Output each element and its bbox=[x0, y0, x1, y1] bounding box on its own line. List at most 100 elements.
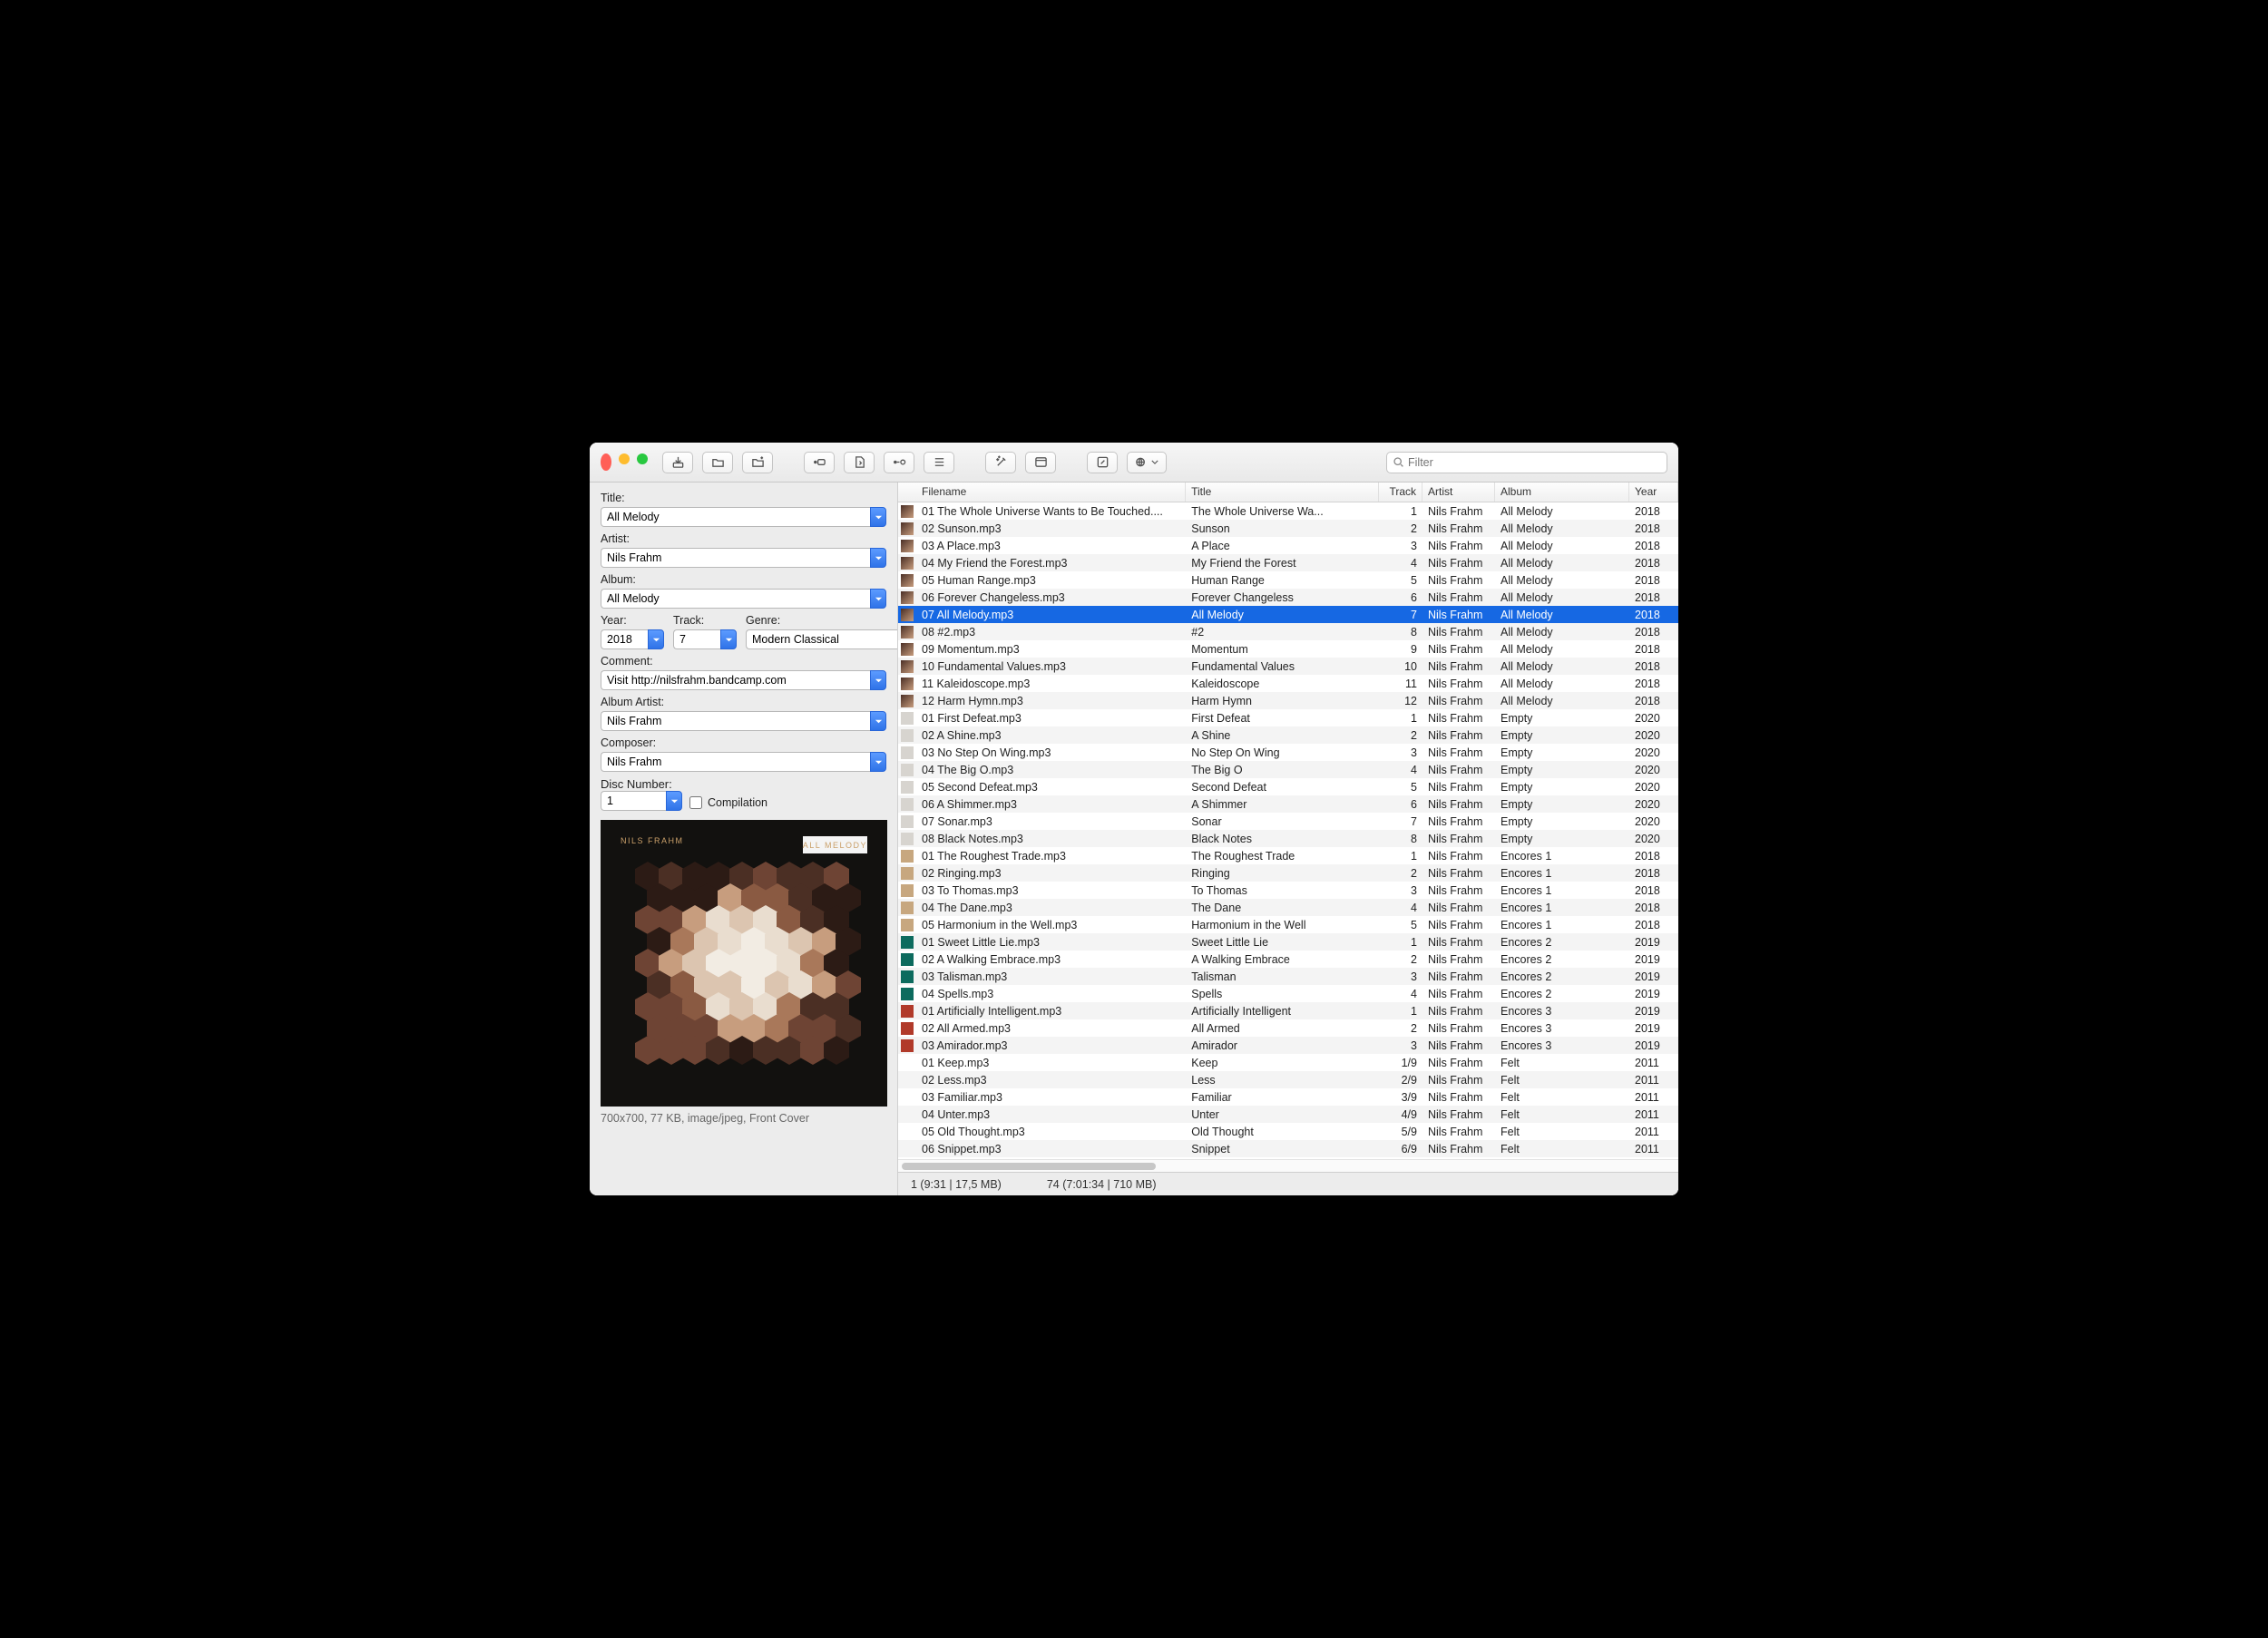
table-header[interactable]: Filename Title Track Artist Album Year bbox=[898, 483, 1678, 502]
cell-title: To Thomas bbox=[1186, 884, 1379, 897]
title-dropdown[interactable] bbox=[870, 507, 886, 527]
title-field[interactable] bbox=[601, 507, 870, 527]
list-view-button[interactable] bbox=[924, 452, 954, 473]
table-row[interactable]: 05 Harmonium in the Well.mp3Harmonium in… bbox=[898, 916, 1678, 933]
link-source-button[interactable] bbox=[884, 452, 914, 473]
album-field[interactable] bbox=[601, 589, 870, 609]
table-row[interactable]: 05 Second Defeat.mp3Second Defeat5Nils F… bbox=[898, 778, 1678, 795]
cell-track: 3 bbox=[1379, 970, 1422, 983]
table-row[interactable]: 03 Familiar.mp3Familiar3/9Nils FrahmFelt… bbox=[898, 1088, 1678, 1106]
export-file-button[interactable] bbox=[844, 452, 875, 473]
table-row[interactable]: 03 To Thomas.mp3To Thomas3Nils FrahmEnco… bbox=[898, 882, 1678, 899]
artist-field[interactable] bbox=[601, 548, 870, 568]
track-dropdown[interactable] bbox=[720, 629, 737, 649]
cell-title: The Dane bbox=[1186, 902, 1379, 914]
zoom-window-button[interactable] bbox=[637, 453, 648, 464]
table-row[interactable]: 04 The Dane.mp3The Dane4Nils FrahmEncore… bbox=[898, 899, 1678, 916]
cell-filename: 05 Human Range.mp3 bbox=[916, 574, 1186, 587]
table-row[interactable]: 04 Unter.mp3Unter4/9Nils FrahmFelt2011 bbox=[898, 1106, 1678, 1123]
table-row[interactable]: 06 Snippet.mp3Snippet6/9Nils FrahmFelt20… bbox=[898, 1140, 1678, 1157]
compilation-wrap[interactable]: Compilation bbox=[689, 796, 767, 811]
cell-year: 2018 bbox=[1629, 505, 1678, 518]
table-row[interactable]: 01 Sweet Little Lie.mp3Sweet Little Lie1… bbox=[898, 933, 1678, 951]
table-row[interactable]: 12 Harm Hymn.mp3Harm Hymn12Nils FrahmAll… bbox=[898, 692, 1678, 709]
table-row[interactable]: 02 A Walking Embrace.mp3A Walking Embrac… bbox=[898, 951, 1678, 968]
add-folder-button[interactable] bbox=[742, 452, 773, 473]
cell-track: 7 bbox=[1379, 609, 1422, 621]
col-title[interactable]: Title bbox=[1186, 483, 1379, 502]
table-row[interactable]: 03 Amirador.mp3Amirador3Nils FrahmEncore… bbox=[898, 1037, 1678, 1054]
number-source-button[interactable] bbox=[804, 452, 835, 473]
table-row[interactable]: 01 Keep.mp3Keep1/9Nils FrahmFelt2011 bbox=[898, 1054, 1678, 1071]
open-folder-button[interactable] bbox=[702, 452, 733, 473]
table-row[interactable]: 04 The Big O.mp3The Big O4Nils FrahmEmpt… bbox=[898, 761, 1678, 778]
cell-artist: Nils Frahm bbox=[1422, 626, 1495, 639]
table-row[interactable]: 02 Less.mp3Less2/9Nils FrahmFelt2011 bbox=[898, 1071, 1678, 1088]
album-dropdown[interactable] bbox=[870, 589, 886, 609]
album-thumb-icon bbox=[901, 988, 914, 1000]
cell-title: Black Notes bbox=[1186, 833, 1379, 845]
col-filename[interactable]: Filename bbox=[916, 483, 1186, 502]
comment-dropdown[interactable] bbox=[870, 670, 886, 690]
comment-field[interactable] bbox=[601, 670, 870, 690]
table-row[interactable]: 02 All Armed.mp3All Armed2Nils FrahmEnco… bbox=[898, 1019, 1678, 1037]
year-field[interactable] bbox=[601, 629, 648, 649]
table-row[interactable]: 01 Artificially Intelligent.mp3Artificia… bbox=[898, 1002, 1678, 1019]
table-row[interactable]: 11 Kaleidoscope.mp3Kaleidoscope11Nils Fr… bbox=[898, 675, 1678, 692]
disc-dropdown[interactable] bbox=[666, 791, 682, 811]
table-row[interactable]: 01 The Roughest Trade.mp3The Roughest Tr… bbox=[898, 847, 1678, 864]
table-row[interactable]: 06 Forever Changeless.mp3Forever Changel… bbox=[898, 589, 1678, 606]
table-row[interactable]: 08 #2.mp3#28Nils FrahmAll Melody2018 bbox=[898, 623, 1678, 640]
table-row[interactable]: 02 A Shine.mp3A Shine2Nils FrahmEmpty202… bbox=[898, 726, 1678, 744]
table-row[interactable]: 09 Momentum.mp3Momentum9Nils FrahmAll Me… bbox=[898, 640, 1678, 658]
album-thumb-icon bbox=[901, 1005, 914, 1018]
table-row[interactable]: 07 Sonar.mp3Sonar7Nils FrahmEmpty2020 bbox=[898, 813, 1678, 830]
filter-input[interactable] bbox=[1408, 456, 1661, 469]
table-row[interactable]: 01 The Whole Universe Wants to Be Touche… bbox=[898, 502, 1678, 520]
artist-dropdown[interactable] bbox=[870, 548, 886, 568]
table-row[interactable]: 10 Fundamental Values.mp3Fundamental Val… bbox=[898, 658, 1678, 675]
genre-field[interactable] bbox=[746, 629, 898, 649]
auto-fix-button[interactable] bbox=[985, 452, 1016, 473]
table-row[interactable]: 07 All Melody.mp3All Melody7Nils FrahmAl… bbox=[898, 606, 1678, 623]
composer-field[interactable] bbox=[601, 752, 870, 772]
album-artist-dropdown[interactable] bbox=[870, 711, 886, 731]
table-row[interactable]: 05 Human Range.mp3Human Range5Nils Frahm… bbox=[898, 571, 1678, 589]
compilation-checkbox[interactable] bbox=[689, 796, 702, 809]
edit-button[interactable] bbox=[1087, 452, 1118, 473]
cell-track: 5 bbox=[1379, 574, 1422, 587]
year-dropdown[interactable] bbox=[648, 629, 664, 649]
table-row[interactable]: 03 No Step On Wing.mp3No Step On Wing3Ni… bbox=[898, 744, 1678, 761]
col-track[interactable]: Track bbox=[1379, 483, 1422, 502]
col-album[interactable]: Album bbox=[1495, 483, 1629, 502]
album-artist-field[interactable] bbox=[601, 711, 870, 731]
table-row[interactable]: 03 A Place.mp3A Place3Nils FrahmAll Melo… bbox=[898, 537, 1678, 554]
col-artist[interactable]: Artist bbox=[1422, 483, 1495, 502]
table-row[interactable]: 02 Ringing.mp3Ringing2Nils FrahmEncores … bbox=[898, 864, 1678, 882]
filter-search[interactable] bbox=[1386, 452, 1667, 473]
table-row[interactable]: 05 Old Thought.mp3Old Thought5/9Nils Fra… bbox=[898, 1123, 1678, 1140]
cell-filename: 04 My Friend the Forest.mp3 bbox=[916, 557, 1186, 570]
album-art[interactable]: NILS FRAHM ALL MELODY bbox=[601, 820, 887, 1107]
album-thumb-icon bbox=[901, 505, 914, 518]
disc-field[interactable] bbox=[601, 791, 666, 811]
table-row[interactable]: 02 Sunson.mp3Sunson2Nils FrahmAll Melody… bbox=[898, 520, 1678, 537]
album-thumb-icon bbox=[901, 833, 914, 845]
col-year[interactable]: Year bbox=[1629, 483, 1678, 502]
browser-button[interactable] bbox=[1025, 452, 1056, 473]
save-button[interactable] bbox=[662, 452, 693, 473]
table-row[interactable]: 06 A Shimmer.mp3A Shimmer6Nils FrahmEmpt… bbox=[898, 795, 1678, 813]
table-row[interactable]: 04 My Friend the Forest.mp3My Friend the… bbox=[898, 554, 1678, 571]
table-row[interactable]: 08 Black Notes.mp3Black Notes8Nils Frahm… bbox=[898, 830, 1678, 847]
minimize-window-button[interactable] bbox=[619, 453, 630, 464]
table-row[interactable]: 01 First Defeat.mp3First Defeat1Nils Fra… bbox=[898, 709, 1678, 726]
table-row[interactable]: 03 Talisman.mp3Talisman3Nils FrahmEncore… bbox=[898, 968, 1678, 985]
close-window-button[interactable] bbox=[601, 453, 611, 471]
horizontal-scrollbar[interactable] bbox=[898, 1159, 1678, 1172]
cell-title: Human Range bbox=[1186, 574, 1379, 587]
web-lookup-button[interactable] bbox=[1127, 452, 1167, 473]
table-body[interactable]: 01 The Whole Universe Wants to Be Touche… bbox=[898, 502, 1678, 1159]
composer-dropdown[interactable] bbox=[870, 752, 886, 772]
table-row[interactable]: 04 Spells.mp3Spells4Nils FrahmEncores 22… bbox=[898, 985, 1678, 1002]
track-field[interactable] bbox=[673, 629, 720, 649]
